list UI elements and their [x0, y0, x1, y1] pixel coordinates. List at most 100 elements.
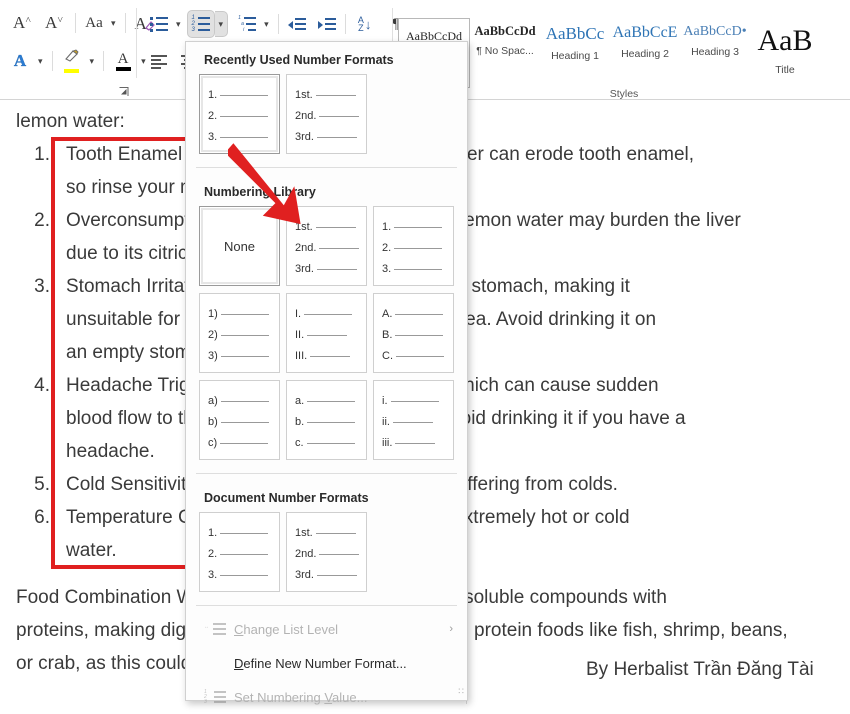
- tile-row-dash: [310, 355, 351, 357]
- tile-row-dash: [220, 400, 269, 402]
- multilevel-list-button[interactable]: 1ai: [234, 11, 260, 37]
- numbering-tile-format-paren-alpha-lower[interactable]: a) b) c): [199, 380, 280, 460]
- divider: [51, 51, 53, 71]
- tile-row: 3rd.: [295, 263, 357, 275]
- style-sample: AaВ: [757, 24, 813, 57]
- tile-row-dash: [395, 313, 444, 315]
- sort-button[interactable]: AZ ↓: [351, 11, 379, 37]
- font-dialog-launcher[interactable]: [118, 86, 130, 100]
- numbering-tile-format-1-2-3[interactable]: 1. 2. 3.: [373, 206, 454, 286]
- shrink-font-button[interactable]: A˅: [38, 10, 70, 36]
- tile-row-label: 2): [208, 329, 218, 341]
- tile-row-dash: [220, 115, 269, 117]
- tile-row-dash: [394, 268, 443, 270]
- numbering-tile-format-roman-upper[interactable]: I. II. III.: [286, 293, 367, 373]
- grow-font-button[interactable]: A˄: [6, 10, 38, 36]
- tile-row-label: a): [208, 395, 218, 407]
- style-item-heading-3[interactable]: AaBbCcD• Heading 3: [680, 18, 750, 58]
- tile-row-label: I.: [295, 308, 302, 320]
- tile-row-dash: [395, 334, 444, 336]
- menu-item-set-numbering-value[interactable]: 1 2 3 Set Numbering Value...: [186, 680, 467, 714]
- tile-row: II.: [295, 329, 348, 341]
- tile-row-label: 1): [208, 308, 218, 320]
- tile-row-dash: [307, 400, 356, 402]
- tile-row-dash: [306, 442, 355, 444]
- numbering-tile-format-1st-2nd-3rd[interactable]: 1st. 2nd. 3rd.: [286, 206, 367, 286]
- tile-row-dash: [220, 94, 269, 96]
- tile-row: ii.: [382, 416, 433, 428]
- numbering-chevron-down-icon[interactable]: ▾: [214, 11, 229, 37]
- tile-row-label: 1.: [208, 527, 218, 539]
- tile-row: b.: [295, 416, 356, 428]
- style-item-heading-1[interactable]: AaBbCс Heading 1: [540, 18, 610, 62]
- tile-row-label: 1.: [208, 89, 218, 101]
- tile-row: 2nd.: [295, 548, 360, 560]
- multilevel-list-chevron-down-icon[interactable]: ▾: [260, 19, 273, 30]
- decrease-indent-icon: [287, 17, 306, 31]
- numbering-icon: 123: [192, 15, 210, 33]
- style-item-heading-2[interactable]: AaBbCcЕ Heading 2: [610, 18, 680, 60]
- highlight-color-chevron-down-icon[interactable]: ▾: [86, 56, 99, 67]
- numbering-tile-format-paren-1-2-3[interactable]: 1) 2) 3): [199, 293, 280, 373]
- menu-item-icon-placeholder: [204, 656, 226, 670]
- numbering-tile-format-1st-2nd-3rd[interactable]: 1st. 2nd. 3rd.: [286, 512, 367, 592]
- menu-item-change-list-level[interactable]: ↔ Change List Level ›: [186, 612, 467, 646]
- tile-row-label: III.: [295, 350, 308, 362]
- bullets-button[interactable]: [146, 11, 172, 37]
- text-highlight-color-button[interactable]: [58, 48, 86, 74]
- font-color-swatch: [115, 66, 131, 71]
- font-color-button[interactable]: A: [109, 48, 137, 74]
- align-left-button[interactable]: [146, 48, 172, 74]
- shrink-font-icon: A˅: [45, 13, 63, 32]
- tile-row-dash: [316, 136, 357, 138]
- tile-row: 2.: [208, 548, 269, 560]
- decrease-indent-button[interactable]: [284, 11, 310, 37]
- menu-item-label: Define New Number Format...: [234, 655, 407, 671]
- tile-row-dash: [307, 421, 356, 423]
- tile-row-dash: [220, 532, 269, 534]
- tile-row-dash: [315, 94, 356, 96]
- resize-grip-icon[interactable]: ∷: [458, 686, 464, 697]
- font-group-row-1: A˄ A˅ Aa ▾ A: [6, 10, 161, 36]
- numbering-tile-format-1-2-3[interactable]: 1. 2. 3.: [199, 512, 280, 592]
- numbering-tile-format-roman-lower[interactable]: i. ii. iii.: [373, 380, 454, 460]
- change-case-button[interactable]: Aa: [81, 10, 107, 36]
- tile-row-dash: [316, 268, 357, 270]
- change-case-chevron-down-icon[interactable]: ▾: [107, 18, 120, 29]
- tile-row-label: 2nd.: [295, 110, 317, 122]
- numbering-button[interactable]: 123: [186, 10, 215, 38]
- tile-row: 3.: [382, 263, 443, 275]
- list-item-number: 2.: [34, 210, 50, 231]
- tile-row: c): [208, 437, 269, 449]
- style-item-title[interactable]: AaВ Title: [750, 18, 820, 76]
- tile-row-label: c): [208, 437, 218, 449]
- numbering-tile-format-alpha-lower[interactable]: a. b. c.: [286, 380, 367, 460]
- tile-row: 2.: [208, 110, 269, 122]
- tile-row-label: 3rd.: [295, 131, 314, 143]
- grow-font-icon: A˄: [13, 13, 31, 32]
- tile-row: b): [208, 416, 269, 428]
- tile-row-dash: [395, 442, 436, 444]
- text-effects-chevron-down-icon[interactable]: ▾: [34, 56, 47, 67]
- divider: [277, 14, 279, 34]
- tile-row-label: B.: [382, 329, 393, 341]
- group-divider: [136, 8, 137, 78]
- tile-row-label: 3.: [382, 263, 392, 275]
- menu-item-define-new-number-format[interactable]: Define New Number Format...: [186, 646, 467, 680]
- tile-row-dash: [316, 574, 357, 576]
- style-item--no-spac[interactable]: AaBbCcDd ¶ No Spac...: [470, 18, 540, 57]
- tile-row-label: 1.: [382, 221, 392, 233]
- tile-row-dash: [220, 313, 269, 315]
- text-effects-icon: A: [13, 51, 27, 70]
- text-effects-button[interactable]: A: [6, 48, 34, 74]
- tile-row-label: 3rd.: [295, 263, 314, 275]
- numbering-tile-format-alpha-upper[interactable]: A. B. C.: [373, 293, 454, 373]
- numbering-tile-format-1st-2nd-3rd[interactable]: 1st. 2nd. 3rd.: [286, 74, 367, 154]
- tile-row-label: ii.: [382, 416, 390, 428]
- increase-indent-button[interactable]: [314, 11, 340, 37]
- bullets-chevron-down-icon[interactable]: ▾: [172, 19, 185, 30]
- numbering-dropdown-menu[interactable]: Recently Used Number Formats 1. 2. 3. 1st. 2n…: [185, 41, 468, 705]
- numbering-tile-format-1-2-3[interactable]: 1. 2. 3.: [199, 74, 280, 154]
- menu-item-label: Change List Level: [234, 621, 339, 637]
- numbering-tile-format-none[interactable]: None: [199, 206, 280, 286]
